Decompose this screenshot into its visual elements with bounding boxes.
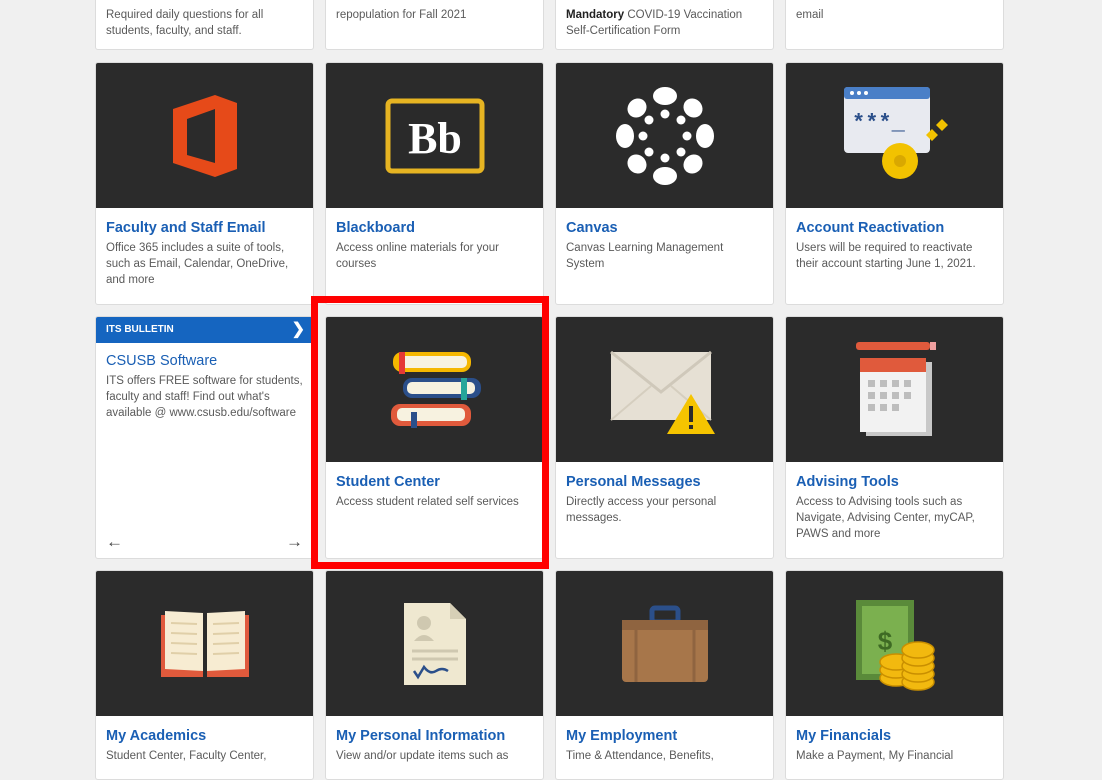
tile-image: ***_ — [786, 63, 1003, 208]
svg-text:***_: ***_ — [852, 111, 906, 136]
tile-image — [556, 317, 773, 462]
tile-image — [96, 63, 313, 208]
tile-desc: Access student related self services — [336, 496, 519, 508]
tile-image — [556, 63, 773, 208]
briefcase-icon — [621, 605, 708, 682]
canvas-icon — [615, 86, 714, 185]
books-icon — [390, 351, 481, 428]
tile-title: My Employment — [566, 728, 678, 744]
tile-desc: Required daily questions for all student… — [106, 9, 264, 37]
open-book-icon — [160, 610, 249, 677]
envelope-warning-icon — [609, 350, 715, 434]
tile-canvas[interactable]: Canvas Canvas Learning Management System — [555, 62, 774, 305]
tile-student-center[interactable]: Student Center Access student related se… — [325, 316, 544, 559]
tile-desc: Office 365 includes a suite of tools, su… — [106, 242, 289, 286]
tile-faculty-staff-email[interactable]: Faculty and Staff Email Office 365 inclu… — [95, 62, 314, 305]
tile-image — [556, 571, 773, 716]
arrow-right-icon[interactable]: → — [286, 532, 303, 552]
tile-image: $ — [786, 571, 1003, 716]
tile-personal-messages[interactable]: Personal Messages Directly access your p… — [555, 316, 774, 559]
tile-title: My Academics — [106, 728, 207, 744]
svg-text:Bb: Bb — [408, 114, 462, 163]
office-365-icon — [172, 94, 237, 177]
its-bulletin-card[interactable]: ITS BULLETIN ❯ CSUSB Software ITS offers… — [95, 316, 314, 559]
tile-advising-tools[interactable]: Advising Tools Access to Advising tools … — [785, 316, 1004, 559]
blackboard-icon: Bb — [385, 98, 484, 173]
tile-blackboard[interactable]: Bb Blackboard Access online materials fo… — [325, 62, 544, 305]
tile-image: Bb — [326, 63, 543, 208]
tile-image — [326, 571, 543, 716]
tile-title: Blackboard — [336, 220, 415, 236]
tile-my-employment[interactable]: My Employment Time & Attendance, Benefit… — [555, 570, 774, 780]
chevron-right-icon[interactable]: ❯ — [292, 317, 305, 343]
password-key-icon: ***_ — [843, 86, 948, 179]
tile-desc: repopulation for Fall 2021 — [336, 9, 467, 21]
money-icon: $ — [855, 599, 935, 691]
tile-desc: Canvas Learning Management System — [566, 242, 724, 270]
bulletin-title[interactable]: CSUSB Software — [106, 353, 303, 369]
calendar-icon — [855, 341, 936, 436]
arrow-left-icon[interactable]: ← — [106, 532, 123, 552]
tile-daily-questions[interactable]: Required daily questions for all student… — [95, 0, 314, 50]
tile-title: Personal Messages — [566, 474, 701, 490]
svg-text:$: $ — [877, 626, 892, 656]
tile-repopulation[interactable]: repopulation for Fall 2021 — [325, 0, 544, 50]
tile-title: My Personal Information — [336, 728, 506, 744]
tile-image — [326, 317, 543, 462]
bulletin-desc: ITS offers FREE software for students, f… — [106, 375, 303, 419]
tile-my-academics[interactable]: My Academics Student Center, Faculty Cen… — [95, 570, 314, 780]
tile-desc: email — [796, 9, 824, 21]
tile-title: Advising Tools — [796, 474, 899, 490]
tile-desc: Access to Advising tools such as Navigat… — [796, 496, 975, 540]
tile-account-reactivation[interactable]: ***_ Account Reactivation Users will be … — [785, 62, 1004, 305]
tile-desc: Directly access your personal messages. — [566, 496, 717, 524]
tile-desc: Mandatory COVID-19 Vaccination Self-Cert… — [566, 9, 743, 37]
bulletin-header[interactable]: ITS BULLETIN ❯ — [96, 317, 313, 343]
tile-image — [96, 571, 313, 716]
tile-title: Faculty and Staff Email — [106, 220, 266, 236]
tile-desc: Access online materials for your courses — [336, 242, 499, 270]
tile-title: Student Center — [336, 474, 440, 490]
tile-image — [786, 317, 1003, 462]
tile-title: Account Reactivation — [796, 220, 945, 236]
tile-title: My Financials — [796, 728, 892, 744]
tile-email-top[interactable]: email — [785, 0, 1004, 50]
tile-title: Canvas — [566, 220, 618, 236]
bulletin-label: ITS BULLETIN — [106, 324, 174, 335]
tile-my-personal-information[interactable]: My Personal Information View and/or upda… — [325, 570, 544, 780]
tile-my-financials[interactable]: $ My Financials Make a Payment, My Finan… — [785, 570, 1004, 780]
tile-desc: Users will be required to reactivate the… — [796, 242, 976, 270]
tile-vaccination[interactable]: Mandatory COVID-19 Vaccination Self-Cert… — [555, 0, 774, 50]
document-icon — [403, 602, 466, 685]
